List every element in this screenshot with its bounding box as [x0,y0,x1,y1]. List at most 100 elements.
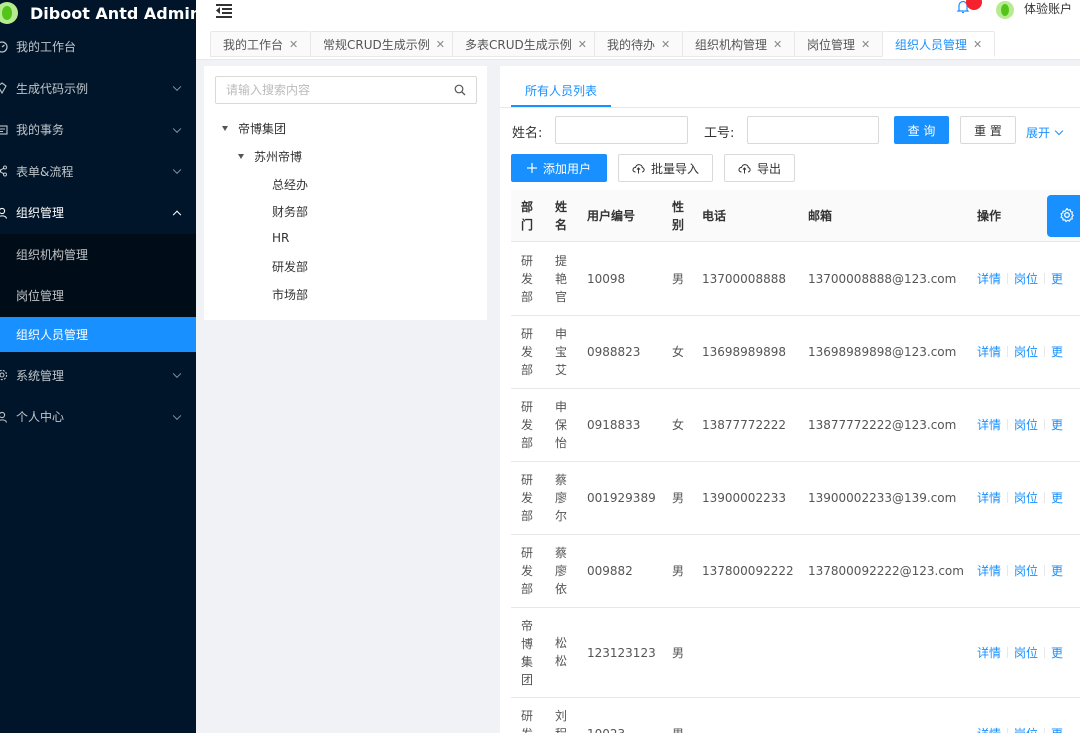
expand-toggle[interactable]: 展开 [1026,124,1064,141]
sidebar-item-org-users[interactable]: 组织人员管理 [0,316,196,352]
detail-link[interactable]: 详情 [977,562,1001,579]
close-icon[interactable]: ✕ [436,38,445,51]
sidebar-item-my-affairs[interactable]: 我的事务 [0,109,196,151]
detail-link[interactable]: 详情 [977,270,1001,287]
avatar[interactable] [996,1,1014,19]
tree-search-input[interactable] [216,77,436,103]
sidebar-item-workbench[interactable]: 我的工作台 [0,26,196,68]
tree-node-leaf[interactable]: 市场部 [272,286,308,303]
reset-button[interactable]: 重 置 [960,116,1016,144]
sidebar-item-codegen[interactable]: 生成代码示例 [0,68,196,110]
detail-link[interactable]: 详情 [977,343,1001,360]
sidebar-item-org-management[interactable]: 组织管理 [0,192,196,234]
search-icon[interactable] [454,84,466,96]
table-row: 研发部 申宝艾 0988823 女 13698989898 1369898989… [511,316,1080,389]
more-link[interactable]: 更 [1051,562,1063,579]
close-icon[interactable]: ✕ [861,38,870,51]
tree-node-label: 苏州帝博 [254,150,303,164]
tree-node-root[interactable]: 帝博集团 [222,120,286,137]
share-icon [0,165,8,177]
tree-node-leaf[interactable]: 财务部 [272,203,308,220]
row-actions: 详情 岗位 更 [977,489,1063,506]
user-icon [0,411,8,423]
table-row: 研发部 提艳官 10098 男 13700008888 13700008888@… [511,243,1080,316]
position-link[interactable]: 岗位 [1014,644,1038,661]
query-button[interactable]: 查 询 [894,116,949,144]
position-link[interactable]: 岗位 [1014,343,1038,360]
tab-my-todo[interactable]: 我的待办 ✕ [594,31,684,57]
user-name[interactable]: 体验账户 [1024,0,1072,17]
sidebar-item-label: 个人中心 [16,410,65,425]
more-link[interactable]: 更 [1051,489,1063,506]
col-header-user-code[interactable]: 用户编号 [587,207,635,225]
close-icon[interactable]: ✕ [578,38,587,51]
sidebar-item-position[interactable]: 岗位管理 [0,275,196,317]
page-tabs: 我的工作台 ✕ 常规CRUD生成示例 ✕ 多表CRUD生成示例 ✕ 我的待办 ✕ 组织机… [196,26,1080,60]
tab-all-users[interactable]: 所有人员列表 [525,82,597,99]
name-input[interactable] [555,116,688,144]
detail-link[interactable]: 详情 [977,725,1001,733]
position-link[interactable]: 岗位 [1014,416,1038,433]
position-link[interactable]: 岗位 [1014,725,1038,733]
position-link[interactable]: 岗位 [1014,489,1038,506]
col-header-email[interactable]: 邮箱 [808,207,832,225]
sidebar-subitem-label: 组织人员管理 [16,327,89,342]
tab-label: 组织机构管理 [695,37,768,52]
more-link[interactable]: 更 [1051,644,1063,661]
tree-node-leaf[interactable]: 研发部 [272,258,308,275]
close-icon[interactable]: ✕ [289,38,298,51]
close-icon[interactable]: ✕ [661,38,670,51]
sidebar-item-label: 组织管理 [16,206,65,221]
cell-email: 13877772222@123.com [808,418,957,432]
tree-node-leaf[interactable]: 总经办 [272,176,308,193]
more-link[interactable]: 更 [1051,725,1063,733]
col-header-phone[interactable]: 电话 [702,207,726,225]
sidebar-item-personal-center[interactable]: 个人中心 [0,396,196,438]
caret-down-icon[interactable] [222,126,228,131]
cell-phone: 13698989898 [702,345,786,359]
more-link[interactable]: 更 [1051,343,1063,360]
tab-position[interactable]: 岗位管理 ✕ [794,31,884,57]
cell-name: 刘程 [555,709,568,733]
cell-user-code: 0988823 [587,345,641,359]
employee-no-input[interactable] [747,116,879,144]
table-row: 研发部 蔡廖尔 001929389 男 13900002233 13900002… [511,462,1080,535]
detail-link[interactable]: 详情 [977,644,1001,661]
close-icon[interactable]: ✕ [773,38,782,51]
detail-link[interactable]: 详情 [977,416,1001,433]
add-user-button[interactable]: 添加用户 [511,154,607,182]
detail-link[interactable]: 详情 [977,489,1001,506]
batch-import-button[interactable]: 批量导入 [618,154,713,182]
menu-fold-icon[interactable] [216,3,232,18]
close-icon[interactable]: ✕ [973,38,982,51]
tab-org-structure[interactable]: 组织机构管理 ✕ [682,31,796,57]
tree-node-leaf[interactable]: HR [272,231,289,245]
logo: Diboot Antd Admin [0,0,196,26]
tab-org-users[interactable]: 组织人员管理 ✕ [882,31,996,57]
export-button[interactable]: 导出 [724,154,795,182]
tab-crud-example[interactable]: 常规CRUD生成示例 ✕ [310,31,458,57]
more-link[interactable]: 更 [1051,270,1063,287]
position-link[interactable]: 岗位 [1014,270,1038,287]
tab-label: 岗位管理 [807,37,856,52]
col-header-dept[interactable]: 部门 [521,198,535,234]
col-header-name[interactable]: 姓名 [555,198,569,234]
sidebar-item-form-flow[interactable]: 表单&流程 [0,151,196,193]
cell-user-code: 0918833 [587,418,641,432]
cell-gender: 男 [672,564,685,578]
col-header-gender[interactable]: 性别 [672,198,686,234]
tree-node-suzhou[interactable]: 苏州帝博 [238,148,302,165]
tab-multi-crud-example[interactable]: 多表CRUD生成示例 ✕ [452,31,600,57]
tab-workbench[interactable]: 我的工作台 ✕ [210,31,312,57]
chevron-down-icon [172,369,182,379]
sidebar-item-org-structure[interactable]: 组织机构管理 [0,234,196,276]
plus-icon [526,163,537,173]
caret-down-icon[interactable] [238,154,244,159]
position-link[interactable]: 岗位 [1014,562,1038,579]
settings-drawer-button[interactable] [1047,195,1080,237]
notification-badge [966,0,982,10]
more-link[interactable]: 更 [1051,416,1063,433]
sidebar-item-system[interactable]: 系统管理 [0,355,196,397]
tab-label: 我的待办 [607,37,656,52]
row-actions: 详情 岗位 更 [977,725,1063,733]
